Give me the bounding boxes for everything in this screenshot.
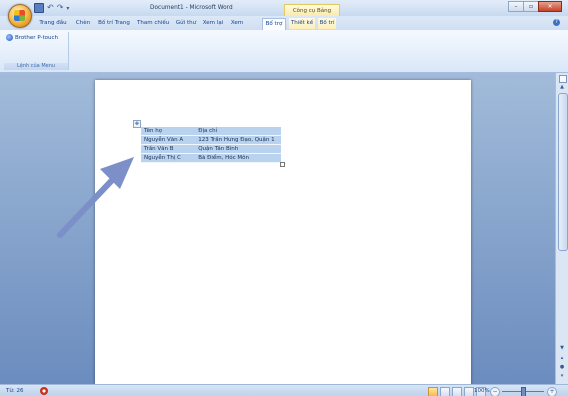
- table-resize-handle[interactable]: [280, 162, 285, 167]
- print-layout-icon[interactable]: [428, 387, 438, 396]
- proofing-errors-icon[interactable]: [40, 387, 48, 395]
- web-layout-icon[interactable]: [452, 387, 462, 396]
- ptouch-icon: [6, 34, 13, 41]
- brother-ptouch-label: Brother P-touch: [15, 34, 59, 41]
- help-icon[interactable]: ?: [553, 19, 560, 26]
- word-window: ↶ ↷ ▾ Document1 - Microsoft Word Công cụ…: [0, 0, 568, 396]
- table-cell[interactable]: 123 Trần Hưng Đạo, Quận 1: [196, 136, 281, 144]
- outline-view-icon[interactable]: [464, 387, 474, 396]
- redo-icon[interactable]: ↷: [57, 4, 64, 12]
- word-count[interactable]: Từ: 26: [6, 387, 23, 395]
- ribbon-tabs: Trang đầu Chèn Bố trí Trang Tham chiếu G…: [0, 16, 568, 30]
- document-page[interactable]: ✥ Tên họ Địa chỉ Nguyễn Văn A 123 Trần H…: [95, 80, 471, 385]
- zoom-out-icon[interactable]: −: [490, 387, 500, 396]
- document-table[interactable]: Tên họ Địa chỉ Nguyễn Văn A 123 Trần Hưn…: [141, 127, 281, 163]
- table-cell[interactable]: Nguyễn Văn A: [141, 136, 196, 144]
- ribbon-panel: Brother P-touch Lệnh của Menu: [0, 30, 568, 73]
- office-button[interactable]: [8, 4, 32, 28]
- title-bar: ↶ ↷ ▾ Document1 - Microsoft Word Công cụ…: [0, 0, 568, 17]
- vertical-scrollbar[interactable]: ▲ ▼ ▴ ● ▾: [555, 73, 568, 384]
- group-label: Lệnh của Menu: [4, 63, 68, 70]
- tab-view[interactable]: Xem: [230, 18, 244, 29]
- brother-ptouch-button[interactable]: Brother P-touch: [6, 33, 58, 42]
- table-move-handle-icon[interactable]: ✥: [133, 120, 141, 128]
- zoom-in-icon[interactable]: +: [547, 387, 557, 396]
- undo-icon[interactable]: ↶: [47, 4, 54, 12]
- tab-home[interactable]: Trang đầu: [38, 18, 68, 29]
- table-cell[interactable]: Trần Văn B: [141, 145, 196, 153]
- scroll-down-icon[interactable]: ▼: [558, 345, 566, 352]
- table-header-cell[interactable]: Tên họ: [141, 127, 196, 135]
- status-bar: Từ: 26 100% − +: [0, 384, 568, 396]
- tab-page-layout[interactable]: Bố trí Trang: [97, 18, 131, 29]
- table-header-cell[interactable]: Địa chỉ: [196, 127, 281, 135]
- scroll-up-icon[interactable]: ▲: [558, 84, 566, 91]
- table-cell[interactable]: Quận Tân Bình: [196, 145, 281, 153]
- table-row[interactable]: Tên họ Địa chỉ: [141, 127, 281, 136]
- table-row[interactable]: Trần Văn B Quận Tân Bình: [141, 145, 281, 154]
- window-controls: – ▫ ✕: [508, 1, 562, 12]
- tab-table-layout[interactable]: Bố trí: [318, 18, 336, 29]
- window-title: Document1 - Microsoft Word: [150, 5, 233, 11]
- qat-dropdown-icon[interactable]: ▾: [66, 5, 69, 12]
- quick-access-toolbar: ↶ ↷ ▾: [34, 3, 69, 13]
- menu-commands-group: Brother P-touch Lệnh của Menu: [4, 32, 69, 70]
- document-workspace: ✥ Tên họ Địa chỉ Nguyễn Văn A 123 Trần H…: [0, 73, 555, 385]
- tab-table-design[interactable]: Thiết kế: [289, 18, 315, 29]
- tab-mailings[interactable]: Gửi thư: [175, 18, 197, 29]
- zoom-slider-thumb[interactable]: [521, 387, 526, 396]
- tab-add-ins[interactable]: Bổ trợ: [262, 18, 286, 30]
- save-icon[interactable]: [34, 3, 44, 13]
- zoom-level[interactable]: 100%: [474, 387, 490, 395]
- maximize-icon[interactable]: ▫: [523, 1, 539, 12]
- tab-review[interactable]: Xem lại: [202, 18, 224, 29]
- table-cell[interactable]: Bà Điểm, Hóc Môn: [196, 154, 281, 162]
- full-screen-reading-icon[interactable]: [440, 387, 450, 396]
- table-cell[interactable]: Nguyễn Thị C: [141, 154, 196, 162]
- next-page-icon[interactable]: ▾: [558, 373, 566, 380]
- close-icon[interactable]: ✕: [538, 1, 562, 12]
- scroll-thumb[interactable]: [558, 93, 568, 251]
- table-row[interactable]: Nguyễn Văn A 123 Trần Hưng Đạo, Quận 1: [141, 136, 281, 145]
- office-logo-icon: [14, 10, 25, 21]
- previous-page-icon[interactable]: ▴: [558, 355, 566, 362]
- ruler-toggle-icon[interactable]: [559, 75, 567, 83]
- tab-insert[interactable]: Chèn: [74, 18, 92, 29]
- tab-references[interactable]: Tham chiếu: [137, 18, 169, 29]
- minimize-icon[interactable]: –: [508, 1, 524, 12]
- table-row[interactable]: Nguyễn Thị C Bà Điểm, Hóc Môn: [141, 154, 281, 163]
- select-browse-object-icon[interactable]: ●: [558, 364, 566, 371]
